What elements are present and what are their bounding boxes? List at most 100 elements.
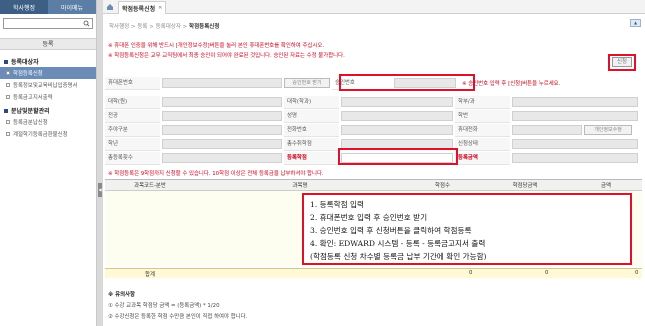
collapse-icon[interactable]: ▲ xyxy=(630,19,641,27)
name-field xyxy=(341,111,453,121)
instruction-step: 2. 휴대폰번호 입력 후 승인번호 받기 xyxy=(310,213,428,222)
sidebar: 학사행정 마이메뉴 등록 등록대상자 학점등록신청 등록정보및교육비납입증명서 … xyxy=(0,0,97,326)
nav-group-registrants[interactable]: 등록대상자 xyxy=(0,54,96,67)
phone2-field xyxy=(341,125,453,135)
name-label: 성명 xyxy=(284,109,339,123)
breadcrumb-item[interactable]: 등록대상자 xyxy=(156,24,181,30)
phone-field[interactable] xyxy=(162,78,282,88)
reg-amount-label: 등록금액 xyxy=(455,151,510,165)
note-item: ① 수강 교과목 학점당 금액 = (등록금액) * 1/20 xyxy=(108,303,220,309)
tab-bar: 학점등록신청 ✕ xyxy=(103,0,645,14)
major-label: 전공 xyxy=(105,109,160,123)
tab-my-menu[interactable]: 마이메뉴 xyxy=(48,0,96,14)
total-row: 합계 0 0 0 xyxy=(105,268,642,278)
sidebar-item-label: 등록정보및교육비납입증명서 xyxy=(13,83,78,89)
tab-credit-registration[interactable]: 학점등록신청 ✕ xyxy=(118,1,167,14)
sidebar-item-label: 학점등록신청 xyxy=(13,71,43,77)
close-icon[interactable]: ✕ xyxy=(158,5,162,11)
notice-phone-verification: ※ 휴대폰 인증을 위해 반드시 [개인정보수정]버튼을 눌러 본인 휴대폰번호… xyxy=(108,43,325,49)
search-icon[interactable] xyxy=(81,20,91,27)
page-icon xyxy=(6,132,10,136)
student-no-label: 학번 xyxy=(455,109,510,123)
apply-status-field xyxy=(512,139,638,149)
page-icon xyxy=(6,83,10,87)
code-message: ※ 승인번호 입력 후 [신청]버튼을 누르세요. xyxy=(462,81,561,87)
instruction-step: 1. 등록학점 입력 xyxy=(310,200,364,209)
grade-semester-field xyxy=(512,97,638,107)
apply-status-label: 신청상태 xyxy=(455,137,510,151)
college-field xyxy=(162,97,282,107)
notice-approval: ※ 학점등록신청은 교무 교직팀에서 최종 승인이 되어야 완료된 것입니다. … xyxy=(108,53,345,59)
sidebar-item-installment-request[interactable]: 등록금분납신청 xyxy=(0,116,96,128)
main-content: 학점등록신청 ✕ 학사행정 > 등록 > 등록대상자 > 학점등록신청 ▲ ※ … xyxy=(103,0,645,326)
sidebar-nav: 등록대상자 학점등록신청 등록정보및교육비납입증명서 등록금고지서출력 분납및분… xyxy=(0,54,96,140)
sidebar-item-tuition-bill[interactable]: 등록금고지서출력 xyxy=(0,91,96,103)
edit-info-button[interactable]: 개인정보수정 xyxy=(584,125,632,135)
home-icon[interactable] xyxy=(106,3,114,11)
tab-academic-admin[interactable]: 학사행정 xyxy=(0,0,48,14)
notes-section: ※ 유의사항 ① 수강 교과목 학점당 금액 = (등록금액) * 1/20 ②… xyxy=(108,290,247,323)
code-highlight xyxy=(339,74,475,91)
breadcrumb-current: 학점등록신청 xyxy=(189,24,220,30)
breadcrumb-item[interactable]: 등록 xyxy=(137,24,147,30)
tab-label: 학점등록신청 xyxy=(122,5,156,13)
note-item: ② 수강신청은 등록한 학점 수만큼 본인이 직접 하여야 합니다. xyxy=(108,314,248,320)
day-night-field xyxy=(162,125,282,135)
phone2-label: 전화번호 xyxy=(284,123,339,137)
menu-search-input[interactable] xyxy=(3,18,93,29)
sidebar-item-label: 계절학기등록금환불신청 xyxy=(13,132,68,138)
reg-amount-field xyxy=(512,153,638,163)
day-night-label: 주야구분 xyxy=(105,123,160,137)
column-header: 금액 xyxy=(570,179,642,191)
breadcrumb: 학사행정 > 등록 > 등록대상자 > 학점등록신청 xyxy=(109,24,220,30)
grade-semester-label: 학부/과 xyxy=(455,95,510,109)
notes-title: ※ 유의사항 xyxy=(108,292,135,298)
total-label: 합계 xyxy=(145,272,155,278)
student-no-field xyxy=(512,111,638,121)
folder-icon xyxy=(4,108,8,113)
year-field xyxy=(162,139,282,149)
nav-group-label: 분납및분할관리 xyxy=(11,108,50,115)
get-code-button[interactable]: 승인번호 받기 xyxy=(284,78,330,88)
column-header: 과목코드-분반 xyxy=(105,179,195,191)
column-header: 학점당금액 xyxy=(480,179,570,191)
sidebar-item-label: 등록금고지서출력 xyxy=(13,95,53,101)
sidebar-tabs: 학사행정 마이메뉴 xyxy=(0,0,96,14)
instruction-box: 1. 등록학점 입력 2. 휴대폰번호 입력 후 승인번호 받기 3. 승인번호… xyxy=(302,193,632,265)
info-row-3: 주야구분 전화번호 휴대전화 개인정보수정 xyxy=(105,123,642,137)
total-per-credit: 0 xyxy=(545,270,549,276)
page-icon xyxy=(6,71,10,75)
sidebar-item-tuition-certificate[interactable]: 등록정보및교육비납입증명서 xyxy=(0,79,96,91)
phone-label: 휴대폰번호 xyxy=(105,76,160,90)
collapse-handle-icon[interactable]: ◀ xyxy=(98,183,102,197)
sidebar-item-credit-registration[interactable]: 학점등록신청 xyxy=(0,67,96,79)
request-button[interactable]: 신청 xyxy=(612,57,632,67)
column-header: 학점수 xyxy=(405,179,480,191)
page-icon xyxy=(6,120,10,124)
credit-warning: ※ 학점등록은 9학점까지 신청할 수 있습니다. 10학점 이상은 전체 등록… xyxy=(108,171,324,177)
sidebar-item-label: 등록금분납신청 xyxy=(13,120,48,126)
column-header: 과목명 xyxy=(195,179,405,191)
course-table-header: 과목코드-분반 과목명 학점수 학점당금액 금액 xyxy=(105,179,642,191)
total-credits: 0 xyxy=(469,270,473,276)
breadcrumb-item[interactable]: 학사행정 xyxy=(109,24,129,30)
folder-icon xyxy=(4,59,8,64)
instruction-step: 4. 확인: EDWARD 시스템 - 등록 - 등록금고지서 출력 xyxy=(310,239,486,248)
department-field xyxy=(341,97,453,107)
year-label: 학년 xyxy=(105,137,160,151)
info-row-2: 전공 성명 학번 xyxy=(105,109,642,123)
sidebar-item-seasonal-refund[interactable]: 계절학기등록금환불신청 xyxy=(0,128,96,140)
total-amount: 0 xyxy=(635,270,639,276)
major-field xyxy=(162,111,282,121)
reg-count-label: 총등록횟수 xyxy=(105,151,160,165)
reg-count-field xyxy=(162,153,282,163)
sidebar-title: 등록 xyxy=(0,38,96,50)
reg-credits-label: 등록학점 xyxy=(284,151,339,165)
mobile-field xyxy=(512,125,582,135)
reg-credits-highlight xyxy=(338,148,458,165)
college-label: 대학(원) xyxy=(105,95,160,109)
scholarship-label: 총수취학점 xyxy=(284,137,339,151)
nav-group-installment[interactable]: 분납및분할관리 xyxy=(0,103,96,116)
info-row-1: 대학(원) 대학(학과) 학부/과 xyxy=(105,95,642,109)
instruction-step: 3. 승인번호 입력 후 신청버튼을 클릭하여 학점등록 xyxy=(310,226,472,235)
